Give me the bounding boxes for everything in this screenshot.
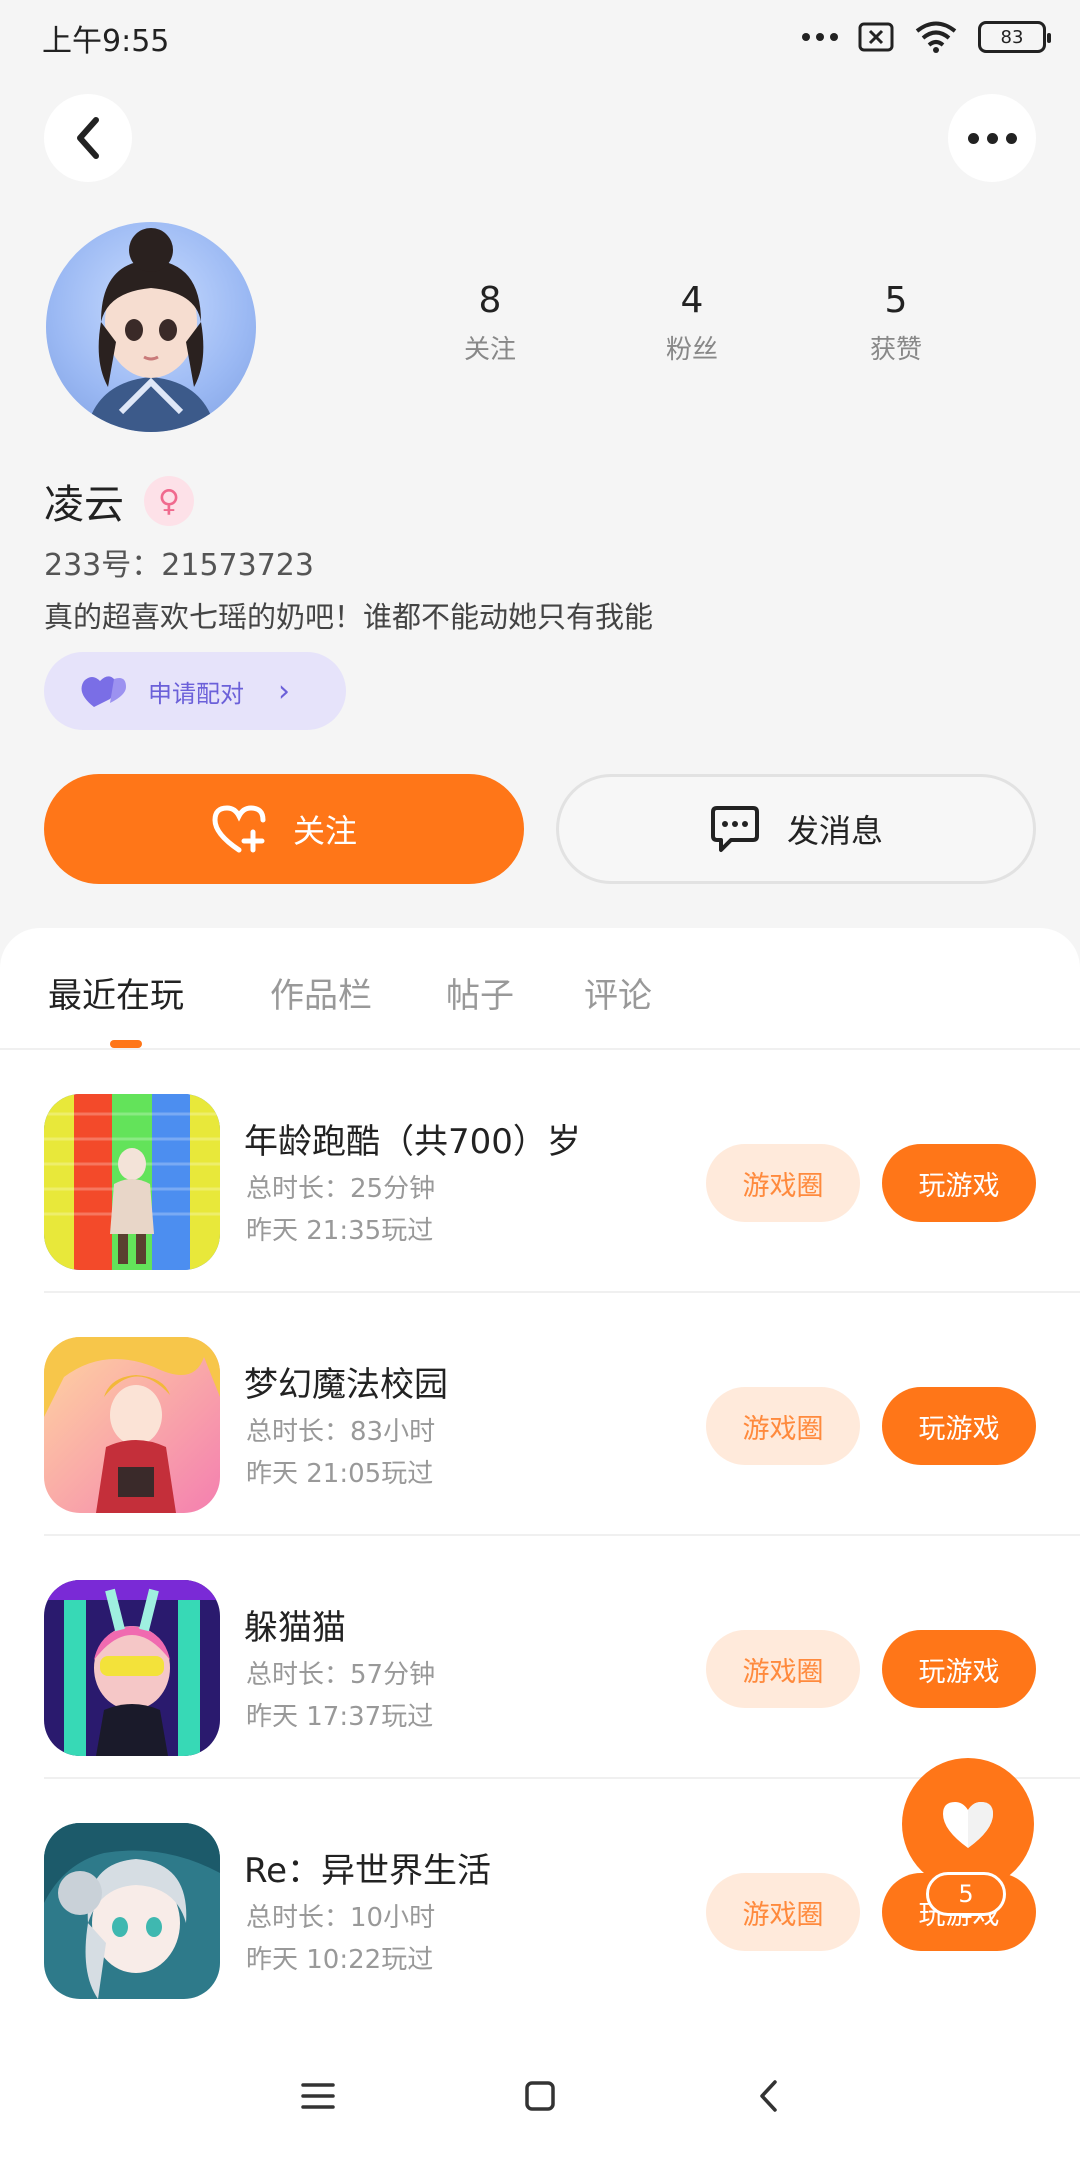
game-duration: 总时长：25分钟	[246, 1174, 436, 1204]
profile-bio: 真的超喜欢七瑶的奶吧！谁都不能动她只有我能	[44, 600, 654, 634]
game-circle-button[interactable]: 游戏圈	[706, 1144, 860, 1222]
female-gender-icon: ♀	[144, 476, 194, 526]
tab-indicator	[110, 1040, 142, 1048]
profile-name-row: 凌云 ♀	[44, 472, 194, 530]
square-icon	[525, 2081, 555, 2111]
nav-home-button[interactable]	[510, 2066, 570, 2126]
chat-bubble-icon	[710, 806, 759, 852]
game-duration: 总时长：10小时	[246, 1903, 436, 1933]
status-bar: 上午9:55 83	[0, 0, 1080, 72]
stat-likes[interactable]: 5 获赞	[836, 280, 956, 366]
game-title: Re：异世界生活	[244, 1851, 492, 1891]
game-last-played: 昨天 17:37玩过	[246, 1702, 434, 1732]
follow-button[interactable]: 关注	[44, 774, 524, 884]
message-label: 发消息	[786, 812, 883, 850]
game-last-played: 昨天 21:05玩过	[246, 1459, 434, 1489]
game-icon	[44, 1337, 220, 1513]
stat-label: 粉丝	[665, 335, 718, 365]
avatar-portrait	[86, 228, 216, 432]
game-row[interactable]: 年龄跑酷（共700）岁 总时长：25分钟 昨天 21:35玩过 游戏圈 玩游戏	[0, 1050, 1080, 1293]
user-id-value: 21573723	[161, 548, 314, 583]
game-last-played: 昨天 10:22玩过	[246, 1945, 434, 1975]
tab-recently-played[interactable]: 最近在玩	[48, 968, 184, 1017]
tab-comments[interactable]: 评论	[584, 968, 652, 1017]
heart-plus-icon	[212, 805, 266, 853]
system-nav-bar	[0, 2032, 1080, 2160]
send-message-button[interactable]: 发消息	[556, 774, 1036, 884]
game-title: 躲猫猫	[244, 1608, 346, 1648]
like-fab-button[interactable]	[902, 1758, 1034, 1890]
chevron-right-icon: ›	[278, 673, 290, 709]
stat-followers[interactable]: 4 粉丝	[632, 280, 752, 366]
like-count-badge: 5	[926, 1872, 1006, 1916]
game-row[interactable]: 躲猫猫 总时长：57分钟 昨天 17:37玩过 游戏圈 玩游戏	[0, 1536, 1080, 1779]
heart-pair-icon	[81, 676, 126, 707]
back-button[interactable]	[44, 94, 132, 182]
request-pair-button[interactable]: 申请配对 ›	[44, 652, 346, 730]
battery-icon: 83	[978, 21, 1051, 53]
stat-label: 关注	[463, 335, 516, 365]
stat-value: 8	[478, 280, 502, 321]
game-duration: 总时长：83小时	[246, 1417, 436, 1447]
play-game-button[interactable]: 玩游戏	[882, 1144, 1036, 1222]
play-game-button[interactable]: 玩游戏	[882, 1387, 1036, 1465]
game-last-played: 昨天 21:35玩过	[246, 1216, 434, 1246]
status-icons: 83	[802, 20, 1051, 54]
game-icon	[44, 1094, 220, 1270]
menu-icon	[301, 2083, 335, 2109]
stat-value: 4	[680, 280, 704, 321]
game-title: 梦幻魔法校园	[244, 1365, 448, 1405]
status-time: 上午9:55	[42, 24, 170, 59]
wifi-icon	[915, 21, 957, 53]
heart-icon	[943, 1802, 993, 1848]
tab-bar: 最近在玩 作品栏 帖子 评论	[0, 928, 1080, 1050]
game-circle-button[interactable]: 游戏圈	[706, 1387, 860, 1465]
game-icon	[44, 1580, 220, 1756]
user-id: 233号：21573723	[44, 540, 314, 584]
tab-works[interactable]: 作品栏	[270, 968, 372, 1017]
chevron-left-icon	[77, 117, 99, 159]
game-circle-button[interactable]: 游戏圈	[706, 1630, 860, 1708]
user-id-label: 233号：	[44, 548, 162, 583]
game-title: 年龄跑酷（共700）岁	[244, 1122, 581, 1162]
avatar[interactable]	[46, 222, 256, 432]
stat-following[interactable]: 8 关注	[430, 280, 550, 366]
follow-label: 关注	[292, 812, 357, 850]
stat-label: 获赞	[869, 335, 922, 365]
profile-name: 凌云	[44, 482, 124, 528]
sim-off-icon	[858, 22, 894, 52]
stat-value: 5	[884, 280, 908, 321]
tab-posts[interactable]: 帖子	[446, 968, 514, 1017]
game-row[interactable]: 梦幻魔法校园 总时长：83小时 昨天 21:05玩过 游戏圈 玩游戏	[0, 1293, 1080, 1536]
game-icon	[44, 1823, 220, 1999]
gender-symbol: ♀	[158, 483, 180, 519]
more-notifications-icon	[802, 33, 838, 41]
game-circle-button[interactable]: 游戏圈	[706, 1873, 860, 1951]
nav-menu-button[interactable]	[288, 2066, 348, 2126]
more-dots-icon	[967, 132, 1017, 144]
nav-back-button[interactable]	[738, 2066, 798, 2126]
play-game-button[interactable]: 玩游戏	[882, 1630, 1036, 1708]
game-duration: 总时长：57分钟	[246, 1660, 436, 1690]
battery-level: 83	[1000, 26, 1024, 48]
chevron-left-icon	[760, 2080, 777, 2112]
pair-label: 申请配对	[148, 679, 244, 708]
more-button[interactable]	[948, 94, 1036, 182]
